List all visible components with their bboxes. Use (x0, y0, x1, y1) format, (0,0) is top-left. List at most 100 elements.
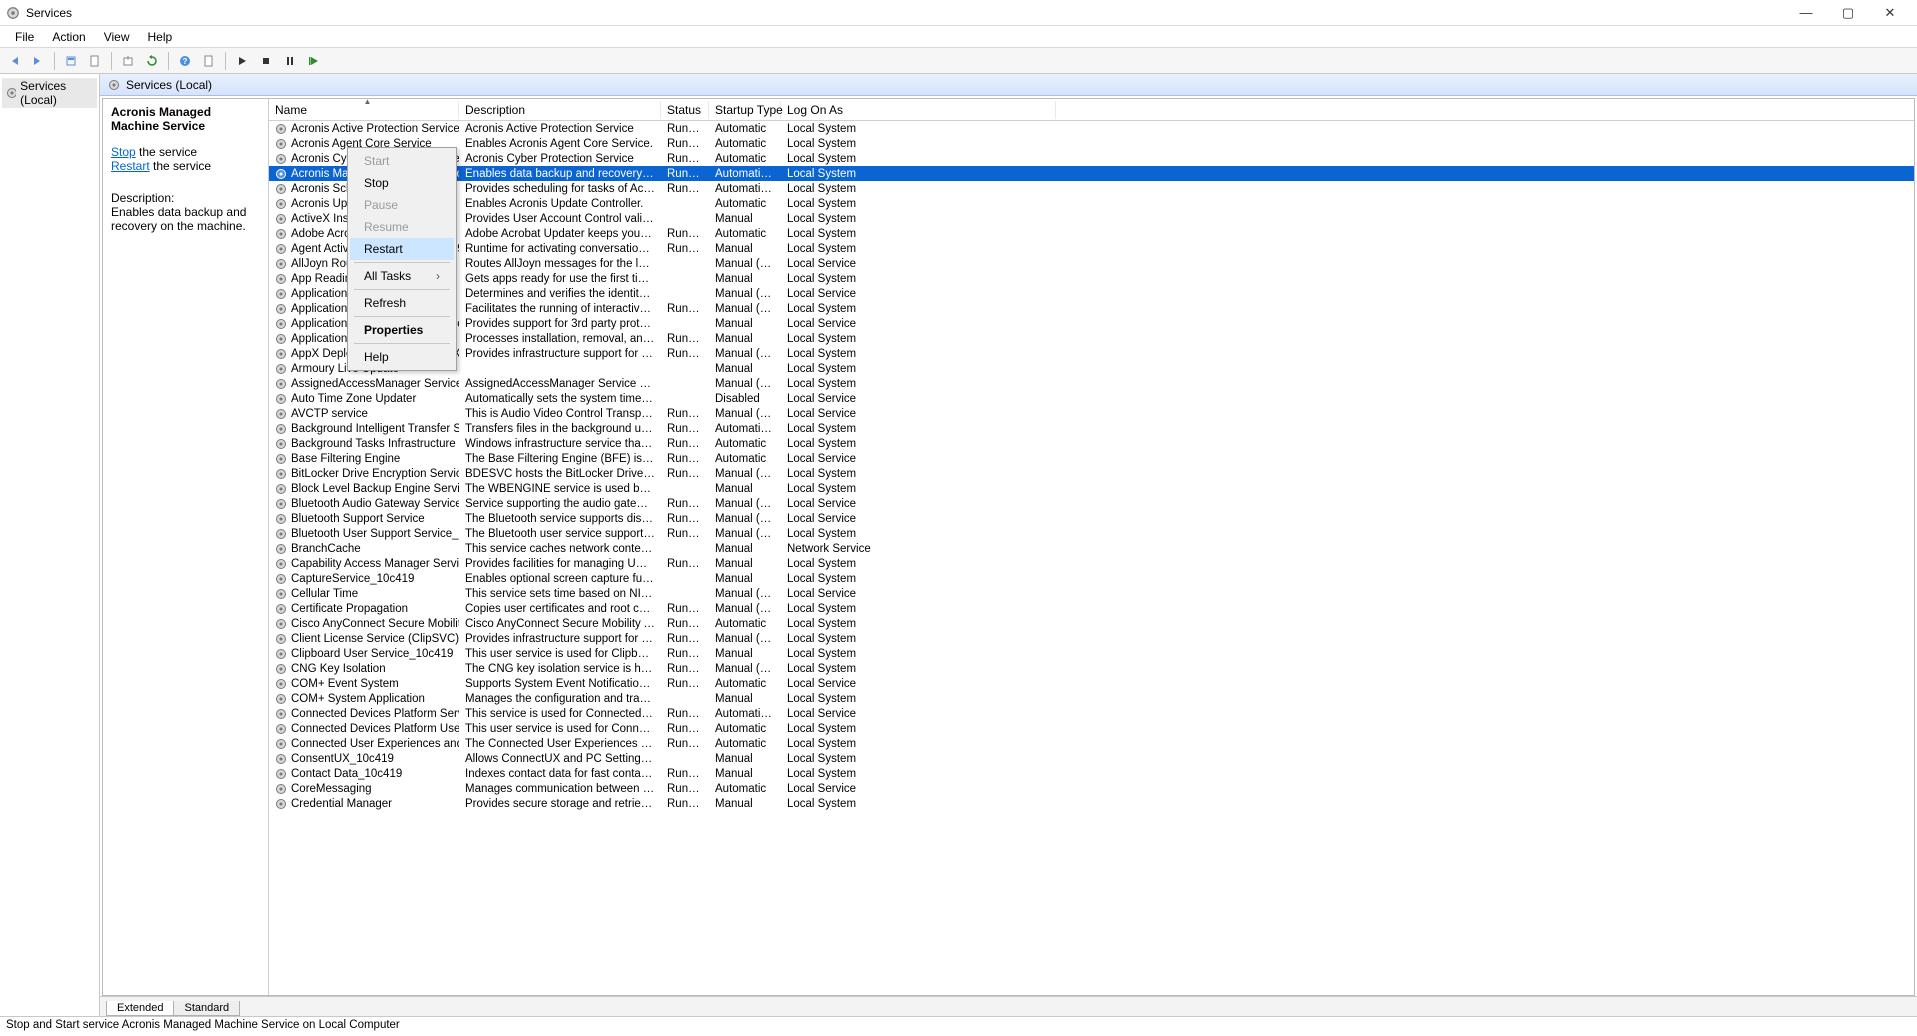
svc-status: Running (661, 303, 709, 315)
service-row[interactable]: Application ManagementProcesses installa… (269, 331, 1914, 346)
list-header: Name▲ Description Status Startup Type Lo… (269, 99, 1914, 121)
titlebar[interactable]: Services — ▢ ✕ (0, 0, 1917, 26)
service-row[interactable]: Connected User Experiences and Teleme...… (269, 736, 1914, 751)
svc-startup: Automatic (709, 228, 781, 240)
back-button[interactable] (3, 50, 25, 72)
ctx-help[interactable]: Help (350, 346, 454, 368)
properties-button[interactable] (84, 50, 106, 72)
service-row[interactable]: CNG Key IsolationThe CNG key isolation s… (269, 661, 1914, 676)
service-row[interactable]: BranchCacheThis service caches network c… (269, 541, 1914, 556)
svc-startup: Automatic (... (709, 183, 781, 195)
service-row[interactable]: Bluetooth Support ServiceThe Bluetooth s… (269, 511, 1914, 526)
start-button[interactable] (231, 50, 253, 72)
col-name[interactable]: Name▲ (269, 101, 459, 119)
ctx-refresh[interactable]: Refresh (350, 292, 454, 314)
service-row[interactable]: CaptureService_10c419Enables optional sc… (269, 571, 1914, 586)
tab-standard[interactable]: Standard (173, 1001, 240, 1016)
svc-status: Running (661, 558, 709, 570)
tree-root-item[interactable]: Services (Local) (2, 78, 97, 108)
service-row[interactable]: Armoury Live UpdateManualLocal System (269, 361, 1914, 376)
service-row[interactable]: ConsentUX_10c419Allows ConnectUX and PC … (269, 751, 1914, 766)
service-row[interactable]: Certificate PropagationCopies user certi… (269, 601, 1914, 616)
help-button[interactable] (174, 50, 196, 72)
svc-logon: Local Service (781, 258, 1056, 270)
service-row[interactable]: AppX Deployment Service (AppXSVC)Provide… (269, 346, 1914, 361)
service-row[interactable]: Bluetooth Audio Gateway ServiceService s… (269, 496, 1914, 511)
service-row[interactable]: Capability Access Manager ServiceProvide… (269, 556, 1914, 571)
minimize-button[interactable]: — (1785, 5, 1827, 20)
service-row[interactable]: AllJoyn Router ServiceRoutes AllJoyn mes… (269, 256, 1914, 271)
svc-desc: Enables data backup and recovery on the … (459, 168, 661, 180)
service-row[interactable]: Agent Activation Runtime_10c419Runtime f… (269, 241, 1914, 256)
svc-logon: Local System (781, 663, 1056, 675)
menu-action[interactable]: Action (43, 28, 94, 46)
svc-name: Background Intelligent Transfer Service (291, 423, 459, 435)
service-row[interactable]: Acronis Update ControllerEnables Acronis… (269, 196, 1914, 211)
export-button[interactable] (117, 50, 139, 72)
service-row[interactable]: Adobe Acrobat Update ServiceAdobe Acroba… (269, 226, 1914, 241)
col-logon[interactable]: Log On As (781, 101, 1056, 119)
service-row[interactable]: Cisco AnyConnect Secure Mobility AgentCi… (269, 616, 1914, 631)
maximize-button[interactable]: ▢ (1827, 5, 1869, 21)
service-row[interactable]: Clipboard User Service_10c419This user s… (269, 646, 1914, 661)
col-startup[interactable]: Startup Type (709, 101, 781, 119)
service-row[interactable]: Application IdentityDetermines and verif… (269, 286, 1914, 301)
gear-icon (275, 453, 287, 465)
service-row[interactable]: Acronis Agent Core ServiceEnables Acroni… (269, 136, 1914, 151)
list-body[interactable]: Acronis Active Protection ServiceAcronis… (269, 121, 1914, 995)
separator (168, 52, 169, 70)
tab-extended[interactable]: Extended (106, 1001, 174, 1016)
ctx-stop[interactable]: Stop (350, 172, 454, 194)
svc-logon: Local System (781, 483, 1056, 495)
service-row[interactable]: Acronis Scheduler2 ServiceProvides sched… (269, 181, 1914, 196)
stop-link[interactable]: Stop (111, 145, 136, 159)
service-row[interactable]: Contact Data_10c419Indexes contact data … (269, 766, 1914, 781)
service-row[interactable]: Connected Devices Platform User Service_… (269, 721, 1914, 736)
service-row[interactable]: Cellular TimeThis service sets time base… (269, 586, 1914, 601)
show-hide-tree-button[interactable] (60, 50, 82, 72)
service-row[interactable]: App ReadinessGets apps ready for use the… (269, 271, 1914, 286)
service-row[interactable]: Acronis Active Protection ServiceAcronis… (269, 121, 1914, 136)
restart-link[interactable]: Restart (111, 159, 150, 173)
service-row[interactable]: AssignedAccessManager ServiceAssignedAcc… (269, 376, 1914, 391)
service-row[interactable]: Background Tasks Infrastructure ServiceW… (269, 436, 1914, 451)
menu-view[interactable]: View (95, 28, 139, 46)
service-row[interactable]: Auto Time Zone UpdaterAutomatically sets… (269, 391, 1914, 406)
service-row[interactable]: ActiveX Installer (AxInstSV)Provides Use… (269, 211, 1914, 226)
service-row[interactable]: Connected Devices Platform ServiceThis s… (269, 706, 1914, 721)
open-button[interactable] (198, 50, 220, 72)
col-status[interactable]: Status (661, 101, 709, 119)
service-row[interactable]: Client License Service (ClipSVC)Provides… (269, 631, 1914, 646)
svc-startup: Automatic (... (709, 708, 781, 720)
col-desc[interactable]: Description (459, 101, 661, 119)
service-row[interactable]: Background Intelligent Transfer ServiceT… (269, 421, 1914, 436)
svc-desc: Enables optional screen capture function… (459, 573, 661, 585)
svc-logon: Local System (781, 723, 1056, 735)
restart-button[interactable] (303, 50, 325, 72)
service-row[interactable]: Base Filtering EngineThe Base Filtering … (269, 451, 1914, 466)
ctx-restart[interactable]: Restart (350, 238, 454, 260)
service-row[interactable]: Block Level Backup Engine ServiceThe WBE… (269, 481, 1914, 496)
menu-help[interactable]: Help (139, 28, 182, 46)
service-row[interactable]: Acronis Managed Machine ServiceEnables d… (269, 166, 1914, 181)
refresh-button[interactable] (141, 50, 163, 72)
ctx-properties[interactable]: Properties (350, 319, 454, 341)
service-row[interactable]: CoreMessagingManages communication betwe… (269, 781, 1914, 796)
service-row[interactable]: BitLocker Drive Encryption ServiceBDESVC… (269, 466, 1914, 481)
service-row[interactable]: Acronis Cyber Protection ServiceAcronis … (269, 151, 1914, 166)
service-row[interactable]: COM+ System ApplicationManages the confi… (269, 691, 1914, 706)
forward-button[interactable] (27, 50, 49, 72)
service-row[interactable]: Bluetooth User Support Service_10c419The… (269, 526, 1914, 541)
service-row[interactable]: Application Layer Gateway ServiceProvide… (269, 316, 1914, 331)
service-row[interactable]: Credential ManagerProvides secure storag… (269, 796, 1914, 811)
pause-button[interactable] (279, 50, 301, 72)
svc-name: Capability Access Manager Service (291, 558, 459, 570)
service-row[interactable]: COM+ Event SystemSupports System Event N… (269, 676, 1914, 691)
stop-button[interactable] (255, 50, 277, 72)
service-row[interactable]: Application InformationFacilitates the r… (269, 301, 1914, 316)
separator (111, 52, 112, 70)
ctx-all-tasks[interactable]: All Tasks (350, 265, 454, 287)
close-button[interactable]: ✕ (1869, 5, 1911, 21)
menu-file[interactable]: File (6, 28, 43, 46)
service-row[interactable]: AVCTP serviceThis is Audio Video Control… (269, 406, 1914, 421)
